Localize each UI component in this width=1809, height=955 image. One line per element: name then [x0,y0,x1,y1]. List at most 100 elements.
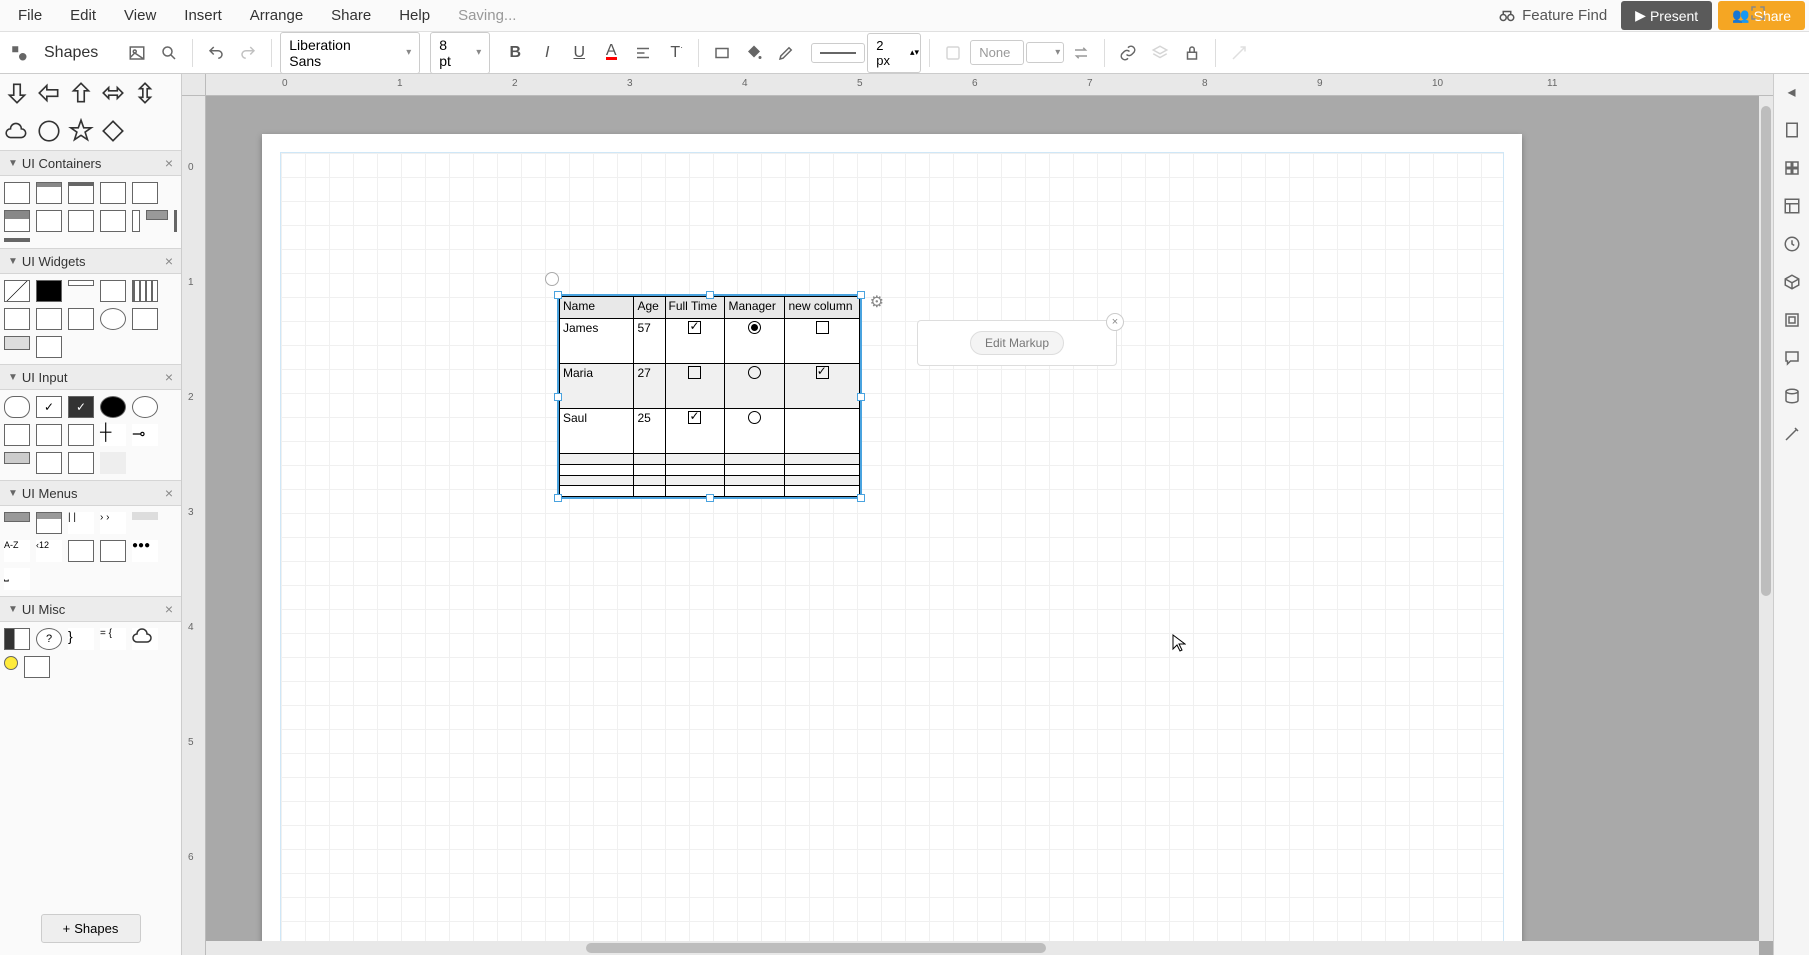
page[interactable]: ⚙ NameAgeFull TimeManagernew column Jame… [262,134,1522,955]
table-cell[interactable]: James [560,319,634,364]
close-icon[interactable]: × [165,155,173,171]
table-header-cell[interactable]: Name [560,297,634,319]
arrow-start-select[interactable]: None [970,40,1024,65]
feature-find-button[interactable]: Feature Find [1484,7,1621,25]
menu-file[interactable]: File [4,1,56,30]
widget-shape[interactable] [132,280,158,302]
table-cell[interactable] [665,364,725,409]
table-header-cell[interactable]: new column [785,297,860,319]
present-button[interactable]: ▶ Present [1621,1,1712,30]
diamond-shape[interactable] [100,118,126,144]
menu-share[interactable]: Share [317,1,385,30]
dock-master-button[interactable] [1780,308,1804,332]
menu-shape[interactable] [36,512,62,534]
input-shape[interactable] [4,396,30,418]
widget-shape[interactable] [36,280,62,302]
table-cell[interactable] [560,464,634,475]
table-cell[interactable]: Maria [560,364,634,409]
link-button[interactable] [1113,38,1143,68]
scrollbar-horizontal[interactable] [206,941,1759,955]
widget-shape[interactable] [36,336,62,358]
shapes-toggle-button[interactable] [4,38,34,68]
table-cell[interactable]: 27 [634,364,665,409]
table-cell[interactable] [725,319,785,364]
dock-package-button[interactable] [1780,270,1804,294]
table-cell[interactable] [665,454,725,465]
misc-shape[interactable] [132,628,158,650]
resize-handle-ne[interactable] [857,291,865,299]
menu-shape[interactable] [132,512,158,520]
menu-shape[interactable] [100,540,126,562]
widget-shape[interactable] [100,280,126,302]
add-shapes-button[interactable]: + Shapes [41,914,141,943]
edit-markup-button[interactable]: Edit Markup [970,331,1064,355]
font-size-select[interactable]: 8 pt [430,32,490,74]
circle-shape[interactable] [36,118,62,144]
resize-handle-se[interactable] [857,494,865,502]
input-shape[interactable]: ✓ [68,396,94,418]
input-shape[interactable] [132,396,158,418]
container-shape[interactable] [132,210,140,232]
underline-button[interactable]: U [564,38,594,68]
container-shape[interactable] [68,182,94,204]
close-icon[interactable]: × [165,253,173,269]
menu-shape[interactable]: ⎵ [4,568,30,590]
table-cell[interactable]: 57 [634,319,665,364]
container-shape[interactable] [132,182,158,204]
arrow-down-icon[interactable] [4,80,30,106]
container-shape[interactable] [100,182,126,204]
menu-shape[interactable] [68,540,94,562]
misc-shape[interactable] [4,656,18,670]
table-row[interactable]: James57 [560,319,860,364]
font-family-select[interactable]: Liberation Sans [280,32,420,74]
arrow-dir-select[interactable] [1026,42,1064,63]
dock-grid-button[interactable] [1780,156,1804,180]
widget-shape[interactable] [68,280,94,286]
dock-page-button[interactable] [1780,118,1804,142]
menu-view[interactable]: View [110,1,170,30]
table-cell[interactable] [665,319,725,364]
container-shape[interactable] [174,210,177,232]
gear-icon[interactable]: ⚙ [870,292,884,312]
input-shape[interactable] [36,424,62,446]
input-shape[interactable] [100,452,126,474]
menu-shape[interactable]: ‹12 [36,540,62,562]
section-ui-input[interactable]: ▼ UI Input × [0,364,181,390]
table-cell[interactable] [725,464,785,475]
close-icon[interactable]: × [165,369,173,385]
table-cell[interactable]: Saul [560,409,634,454]
popup-close-button[interactable]: × [1106,313,1124,331]
arrow-lr-icon[interactable] [100,80,126,106]
table-cell[interactable] [634,464,665,475]
close-icon[interactable]: × [165,485,173,501]
container-shape[interactable] [36,182,62,204]
table-cell[interactable] [665,409,725,454]
input-shape[interactable] [4,452,30,464]
container-shape[interactable] [4,238,30,242]
input-shape[interactable] [4,424,30,446]
cloud-shape[interactable] [4,118,30,144]
bold-button[interactable]: B [500,38,530,68]
table-cell[interactable] [785,454,860,465]
container-shape[interactable] [68,210,94,232]
widget-shape[interactable] [4,280,30,302]
container-shape[interactable] [100,210,126,232]
menu-shape[interactable]: ●●● [132,540,158,562]
undo-button[interactable] [201,38,231,68]
table-cell[interactable] [725,454,785,465]
container-shape[interactable] [4,210,30,232]
widget-shape[interactable] [100,308,126,330]
section-ui-widgets[interactable]: ▼ UI Widgets × [0,248,181,274]
menu-insert[interactable]: Insert [170,1,236,30]
table-header-cell[interactable]: Manager [725,297,785,319]
table-cell[interactable]: 25 [634,409,665,454]
table-cell[interactable] [785,319,860,364]
line-width-select[interactable]: 2 px▴▾ [867,33,921,73]
table-cell[interactable] [725,475,785,486]
section-ui-containers[interactable]: ▼ UI Containers × [0,150,181,176]
input-shape[interactable]: ✓ [36,396,62,418]
fill-button[interactable] [707,38,737,68]
table-cell[interactable] [725,409,785,454]
scrollbar-thumb[interactable] [1761,106,1771,596]
table-header-cell[interactable]: Full Time [665,297,725,319]
